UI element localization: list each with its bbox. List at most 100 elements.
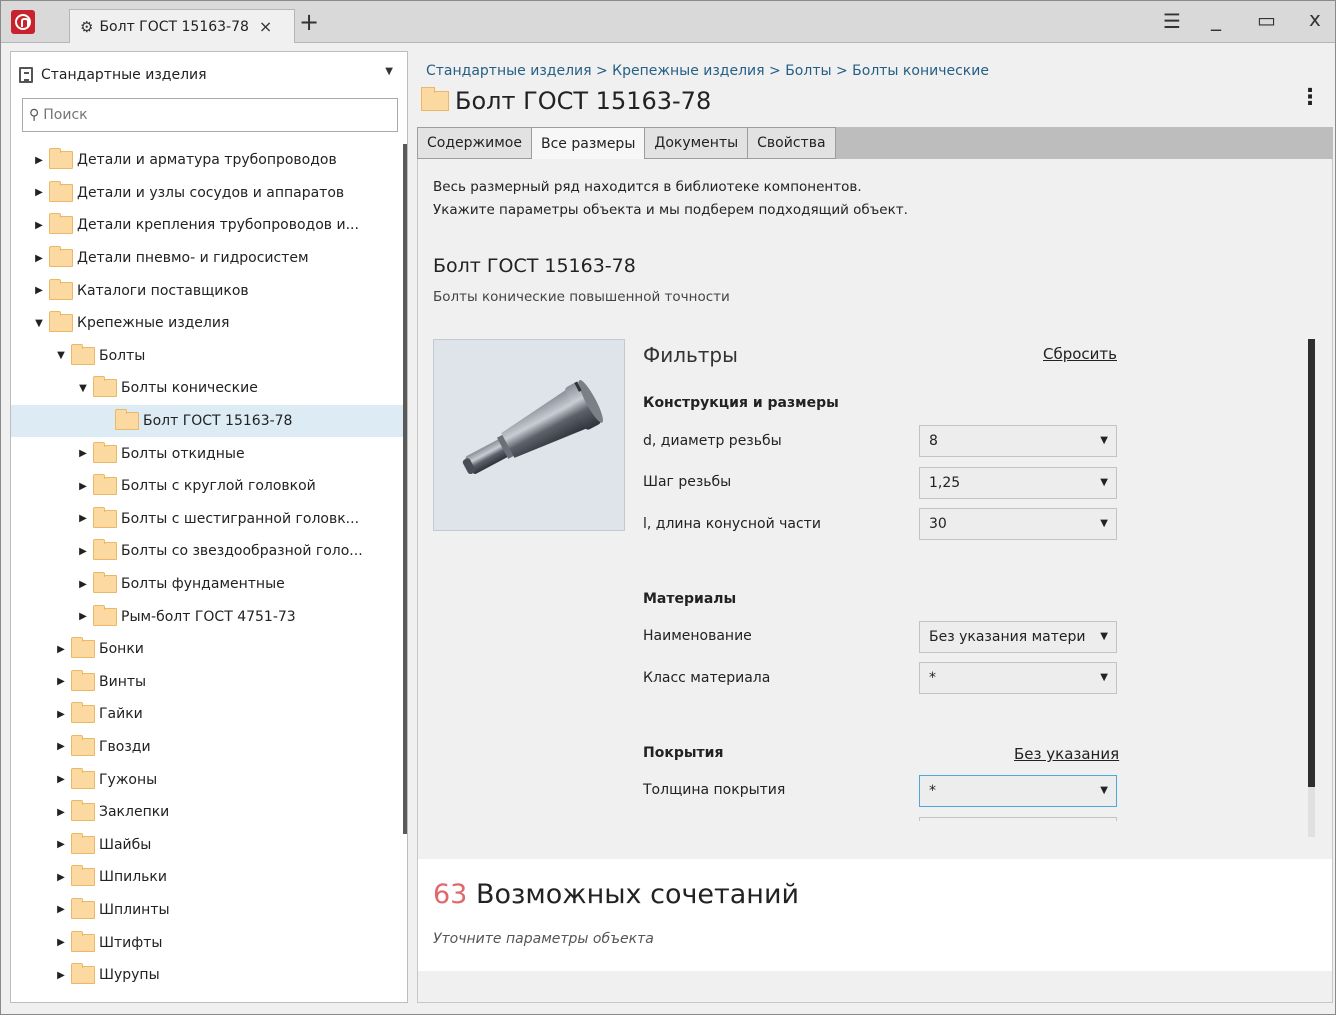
minimize-button[interactable]: _ (1211, 9, 1221, 29)
breadcrumb[interactable]: Стандартные изделия > Крепежные изделия … (426, 63, 989, 79)
collapse-arrow-icon[interactable]: ▶ (77, 546, 89, 557)
collapse-arrow-icon[interactable]: ▶ (33, 285, 45, 296)
expand-arrow-icon[interactable]: ▼ (77, 383, 89, 394)
tree-item[interactable]: ▶ Шурупы (11, 959, 403, 992)
tree-item[interactable]: Болт ГОСТ 15163-78 (11, 404, 403, 438)
content-scrollbar[interactable] (1308, 339, 1315, 787)
close-window-button[interactable]: x (1309, 9, 1321, 29)
collapse-arrow-icon[interactable]: ▶ (55, 904, 67, 915)
collapse-arrow-icon[interactable]: ▶ (55, 807, 67, 818)
tree-item[interactable]: ▶ Шпильки (11, 861, 403, 894)
filters-title: Фильтры (643, 343, 738, 367)
cone-length-select[interactable]: 30 ▼ (919, 508, 1117, 540)
collapse-arrow-icon[interactable]: ▶ (55, 676, 67, 687)
search-input[interactable] (43, 107, 374, 123)
thread-diameter-label: d, диаметр резьбы (643, 433, 782, 449)
coverage-none-link[interactable]: Без указания (1014, 745, 1119, 763)
collapse-arrow-icon[interactable]: ▶ (55, 937, 67, 948)
folder-icon (421, 87, 449, 111)
tab-properties[interactable]: Свойства (747, 127, 836, 159)
tree-item[interactable]: ▶ Болты с круглой головкой (11, 470, 403, 503)
collapse-arrow-icon[interactable]: ▶ (55, 644, 67, 655)
tree-item[interactable]: ▶ Болты со звездообразной голо... (11, 535, 403, 568)
folder-icon (49, 213, 73, 235)
tree-item[interactable]: ▶ Шплинты (11, 894, 403, 927)
tree-item[interactable]: ▼ Болты конические (11, 372, 403, 405)
menu-icon[interactable]: ☰ (1163, 11, 1181, 31)
tree-item[interactable]: ▶ Каталоги поставщиков (11, 274, 403, 307)
next-filter-select[interactable] (919, 817, 1117, 821)
tab-contents[interactable]: Содержимое (417, 127, 531, 159)
tree-item[interactable]: ▶ Гужоны (11, 763, 403, 796)
tree-item[interactable]: ▶ Детали и арматура трубопроводов (11, 144, 403, 177)
tree-item-label: Болт ГОСТ 15163-78 (143, 413, 293, 430)
chevron-down-icon: ▼ (1100, 435, 1108, 446)
folder-icon (93, 572, 117, 594)
tree-item-label: Гайки (99, 706, 143, 723)
tree-item[interactable]: ▶ Болты фундаментные (11, 568, 403, 601)
collapse-arrow-icon[interactable]: ▶ (55, 709, 67, 720)
expand-arrow-icon[interactable]: ▼ (33, 318, 45, 329)
collapse-arrow-icon[interactable]: ▶ (55, 774, 67, 785)
search-box[interactable]: ⚲ (22, 98, 398, 132)
expand-arrow-icon[interactable]: ▼ (55, 350, 67, 361)
folder-icon (71, 767, 95, 789)
collapse-arrow-icon[interactable]: ▶ (55, 839, 67, 850)
chevron-down-icon: ▼ (1100, 672, 1108, 683)
tree-item[interactable]: ▶ Болты откидные (11, 437, 403, 470)
material-name-select[interactable]: Без указания матери ▼ (919, 621, 1117, 653)
tree-item[interactable]: ▶ Гайки (11, 698, 403, 731)
tree-item[interactable]: ▶ Детали пневмо- и гидросистем (11, 242, 403, 275)
tree-scrollbar[interactable] (403, 144, 407, 834)
chevron-down-icon: ▼ (1100, 631, 1108, 642)
item-header: Болт ГОСТ 15163-78 (421, 87, 711, 115)
tree-item-label: Шайбы (99, 836, 152, 853)
tree-item[interactable]: ▼ Крепежные изделия (11, 307, 403, 340)
maximize-button[interactable]: ▭ (1257, 10, 1276, 30)
tree-item[interactable]: ▶ Рым-болт ГОСТ 4751-73 (11, 600, 403, 633)
reset-filters-link[interactable]: Сбросить (1043, 345, 1117, 363)
tree-item[interactable]: ▶ Гвозди (11, 731, 403, 764)
thread-diameter-select[interactable]: 8 ▼ (919, 425, 1117, 457)
tree-item[interactable]: ▶ Болты с шестигранной головк... (11, 503, 403, 536)
tab-close-icon[interactable]: × (259, 17, 272, 36)
tree-item[interactable]: ▶ Детали крепления трубопроводов и... (11, 209, 403, 242)
tree-item[interactable]: ▶ Бонки (11, 633, 403, 666)
chevron-down-icon: ▼ (385, 66, 393, 77)
collapse-arrow-icon[interactable]: ▶ (55, 741, 67, 752)
app-logo-icon[interactable] (11, 10, 35, 34)
collapse-arrow-icon[interactable]: ▶ (55, 970, 67, 981)
library-select[interactable]: Стандартные изделия ▼ (19, 62, 399, 88)
tree-item[interactable]: ▶ Шайбы (11, 828, 403, 861)
tree-item-label: Крепежные изделия (77, 315, 230, 332)
collapse-arrow-icon[interactable]: ▶ (33, 187, 45, 198)
collapse-arrow-icon[interactable]: ▶ (77, 448, 89, 459)
coverage-thickness-select[interactable]: * ▼ (919, 775, 1117, 807)
library-tree: ▶ Детали и арматура трубопроводов ▶ Детали … (11, 144, 403, 991)
thread-pitch-select[interactable]: 1,25 ▼ (919, 467, 1117, 499)
tree-item-label: Каталоги поставщиков (77, 282, 249, 299)
tree-item[interactable]: ▶ Заклепки (11, 796, 403, 829)
new-tab-button[interactable]: + (299, 10, 319, 34)
tab-all-sizes[interactable]: Все размеры (530, 127, 645, 159)
collapse-arrow-icon[interactable]: ▶ (77, 579, 89, 590)
tree-item[interactable]: ▶ Штифты (11, 926, 403, 959)
tab-documents[interactable]: Документы (644, 127, 748, 159)
tree-item[interactable]: ▶ Детали и узлы сосудов и аппаратов (11, 177, 403, 210)
content-scrollbar-track[interactable] (1308, 787, 1315, 837)
collapse-arrow-icon[interactable]: ▶ (77, 481, 89, 492)
folder-icon (93, 604, 117, 626)
collapse-arrow-icon[interactable]: ▶ (33, 220, 45, 231)
collapse-arrow-icon[interactable]: ▶ (77, 611, 89, 622)
document-tab[interactable]: ⚙ Болт ГОСТ 15163-78 × (69, 9, 295, 43)
book-icon (19, 67, 33, 83)
collapse-arrow-icon[interactable]: ▶ (33, 155, 45, 166)
collapse-arrow-icon[interactable]: ▶ (77, 513, 89, 524)
tree-item[interactable]: ▼ Болты (11, 340, 403, 373)
collapse-arrow-icon[interactable]: ▶ (55, 872, 67, 883)
folder-icon (49, 311, 73, 333)
tree-item[interactable]: ▶ Винты (11, 666, 403, 699)
collapse-arrow-icon[interactable]: ▶ (33, 253, 45, 264)
material-class-select[interactable]: * ▼ (919, 662, 1117, 694)
more-options-icon[interactable]: ⋮ (1299, 85, 1321, 110)
